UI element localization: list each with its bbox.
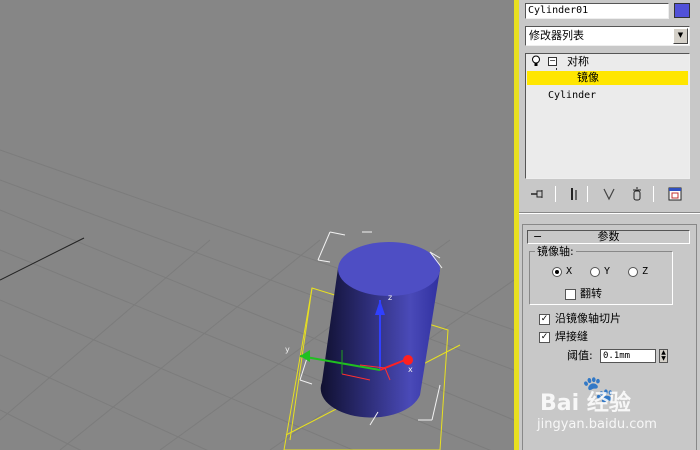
threshold-label: 阈值:	[567, 349, 593, 362]
remove-modifier-icon[interactable]	[629, 186, 645, 202]
viewport-scene: z y x	[0, 149, 514, 450]
threshold-input[interactable]: 0.1mm	[600, 349, 656, 363]
threshold-spinner[interactable]: ▲ ▼	[659, 349, 668, 363]
rollout-title: 参数	[597, 230, 620, 243]
mirror-axis-group: 镜像轴: X Y Z 翻转	[529, 245, 673, 305]
panel-separator	[519, 212, 700, 214]
svg-text:y: y	[285, 345, 290, 354]
stack-item-label: 对称	[567, 55, 589, 68]
object-color-swatch[interactable]	[674, 3, 690, 18]
stack-item-label: 镜像	[577, 71, 599, 84]
rollout-header[interactable]: − 参数	[527, 230, 690, 244]
radio-axis-z-label: Z	[642, 266, 649, 277]
show-end-result-icon[interactable]	[567, 186, 583, 202]
svg-text:z: z	[388, 293, 392, 302]
viewport-perspective[interactable]: z y x	[0, 0, 514, 450]
svg-text:x: x	[408, 365, 413, 374]
toolbar-separator	[587, 186, 588, 202]
toolbar-separator	[653, 186, 654, 202]
stack-item-label: Cylinder	[548, 90, 597, 101]
modifier-list-dropdown[interactable]: 修改器列表 ▼	[525, 26, 690, 46]
modifier-stack[interactable]: − 对称 镜像 Cylinder	[525, 53, 690, 179]
radio-axis-y[interactable]	[590, 267, 600, 277]
flip-checkbox[interactable]	[565, 289, 576, 300]
world-axis-line	[0, 237, 85, 281]
collapse-toggle-icon[interactable]: −	[548, 57, 557, 66]
stack-item-cylinder[interactable]: Cylinder	[527, 89, 688, 103]
stack-item-mirror[interactable]: 镜像	[527, 71, 688, 85]
weld-seam-label: 焊接缝	[555, 330, 588, 343]
watermark-logo: Bai 经验	[540, 391, 631, 416]
chevron-down-icon[interactable]: ▼	[673, 28, 688, 44]
mirror-axis-label: 镜像轴:	[535, 245, 576, 258]
object-name-field[interactable]: Cylinder01	[525, 3, 669, 19]
pin-stack-icon[interactable]	[529, 186, 545, 202]
watermark-url: jingyan.baidu.com	[537, 417, 657, 432]
weld-seam-checkbox[interactable]: ✓	[539, 332, 550, 343]
stack-toolbar	[525, 184, 690, 204]
grid	[0, 149, 514, 450]
radio-axis-x-label: X	[566, 266, 573, 277]
slice-along-mirror-label: 沿镜像轴切片	[555, 312, 621, 325]
toolbar-separator	[555, 186, 556, 202]
modifier-list-label: 修改器列表	[529, 29, 584, 42]
radio-axis-y-label: Y	[604, 266, 611, 277]
watermark: 🐾 Bai 经验 jingyan.baidu.com	[535, 375, 700, 450]
bulb-icon[interactable]	[531, 55, 541, 72]
radio-axis-z[interactable]	[628, 267, 638, 277]
make-unique-icon[interactable]	[601, 186, 617, 202]
radio-axis-x[interactable]	[552, 267, 562, 277]
configure-sets-icon[interactable]	[667, 186, 683, 202]
flip-label: 翻转	[580, 287, 602, 300]
slice-along-mirror-checkbox[interactable]: ✓	[539, 314, 550, 325]
stack-item-symmetry[interactable]: − 对称	[527, 55, 688, 69]
